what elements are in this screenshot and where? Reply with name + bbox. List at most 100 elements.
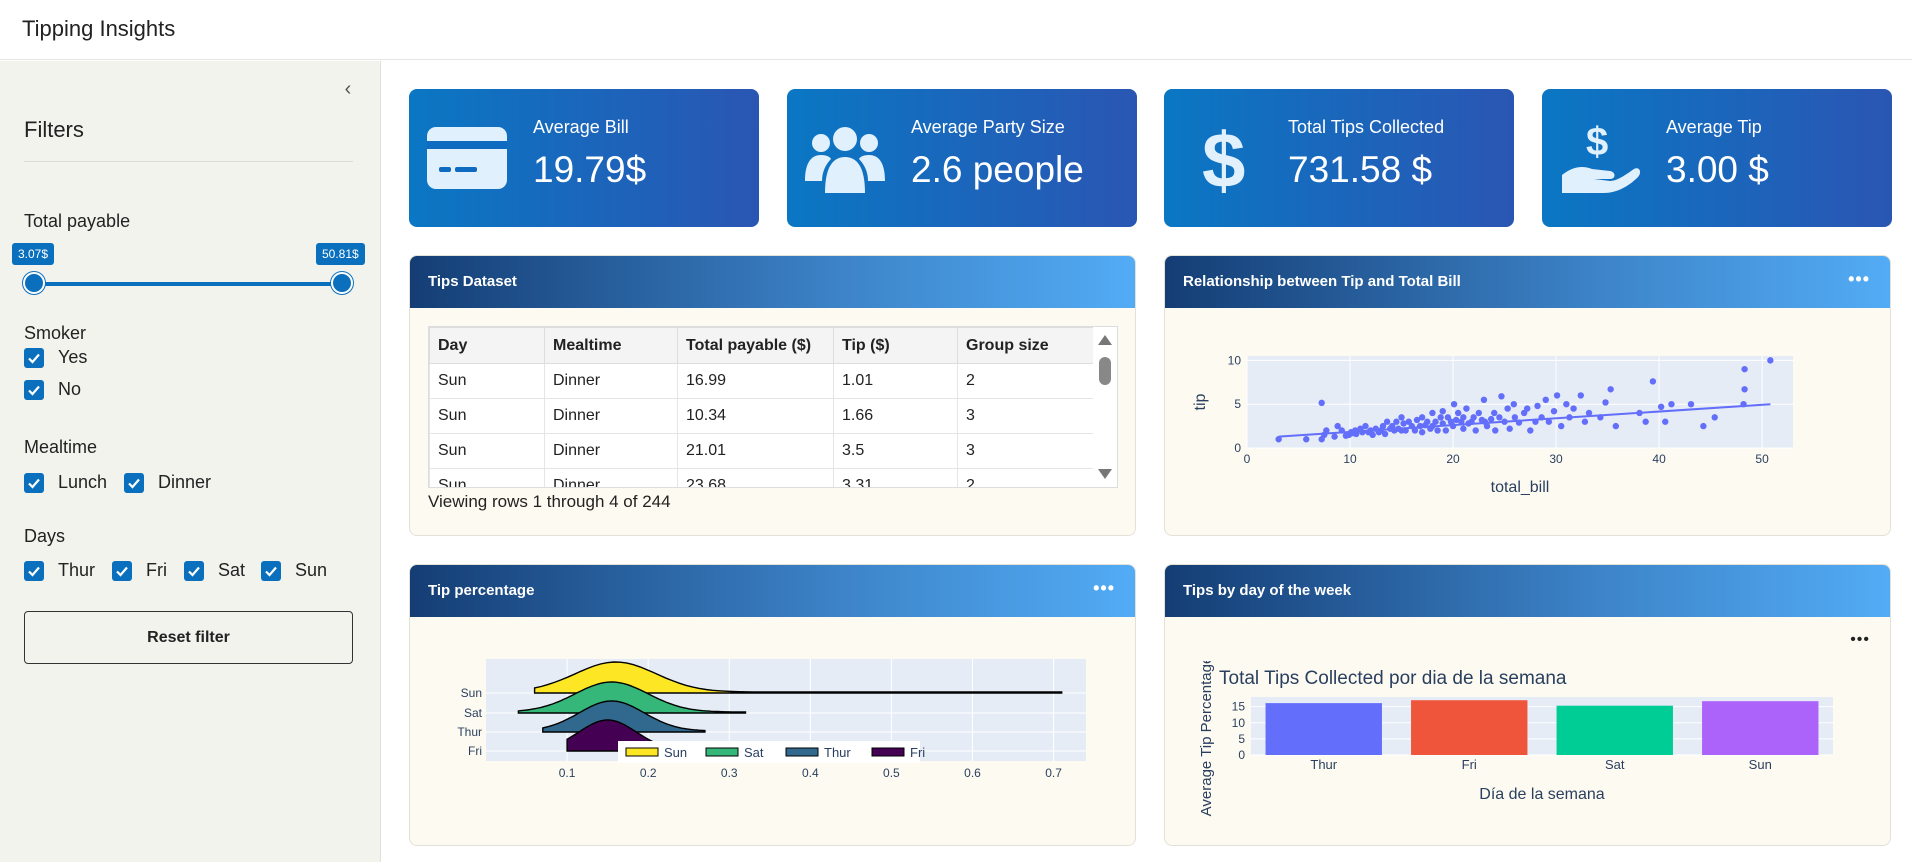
scatter-point — [1511, 414, 1519, 421]
scroll-down-icon[interactable] — [1098, 469, 1112, 479]
scatter-point — [1437, 414, 1444, 421]
column-header[interactable]: Tip ($) — [833, 327, 958, 364]
scroll-up-icon[interactable] — [1098, 335, 1112, 345]
total-payable-slider-track[interactable] — [34, 282, 342, 286]
scatter-point — [1429, 409, 1436, 417]
table-scrollbar[interactable] — [1093, 327, 1117, 487]
scatter-point — [1602, 399, 1609, 406]
checkbox-checked-icon[interactable] — [112, 560, 132, 581]
scatter-point — [1668, 400, 1675, 408]
checkbox-label: Sun — [295, 560, 328, 580]
checkbox-checked-icon[interactable] — [24, 560, 44, 581]
card-title: Tips by day of the week — [1165, 565, 1890, 617]
more-options-icon[interactable]: ••• — [1850, 631, 1870, 649]
checkbox-label: No — [58, 379, 82, 399]
scatter-point — [1534, 402, 1541, 410]
scatter-chart[interactable]: 0 10 20 30 40 50 0 5 10 total_bill tip — [1183, 326, 1873, 516]
scatter-point — [1657, 403, 1665, 411]
legend-swatch — [625, 747, 659, 757]
filters-title: Filters — [24, 117, 84, 142]
reset-filter-button[interactable]: Reset filter — [24, 611, 353, 664]
more-options-icon[interactable]: ••• — [1848, 269, 1870, 290]
checkbox-day-fri[interactable]: Fri — [112, 560, 167, 581]
checkbox-checked-icon[interactable] — [124, 472, 144, 493]
column-header[interactable]: Group size — [957, 327, 1095, 364]
checkbox-checked-icon[interactable] — [24, 347, 44, 368]
table-cell: Sun — [429, 468, 545, 487]
kpi-average-bill: Average Bill 19.79$ — [409, 89, 759, 227]
checkbox-label: Thur — [58, 560, 96, 580]
checkbox-smoker-yes[interactable]: Yes — [24, 347, 87, 368]
scatter-point — [1767, 357, 1774, 364]
plot-title: Total Tips Collected por dia de la seman… — [1219, 668, 1567, 689]
scatter-point — [1460, 414, 1467, 421]
kpi-label: Average Bill — [533, 117, 629, 137]
scatter-point — [1498, 393, 1505, 400]
x-tick-label: 0.2 — [640, 766, 657, 780]
kpi-label: Total Tips Collected — [1288, 117, 1445, 137]
scatter-point — [1442, 427, 1450, 434]
x-tick-label: 20 — [1446, 452, 1460, 466]
checkbox-label: Fri — [146, 560, 167, 580]
app-title: Tipping Insights — [22, 16, 176, 41]
x-tick-label: Sat — [1605, 757, 1625, 772]
table-cell: 21.01 — [677, 433, 834, 469]
table-row[interactable]: Sun Dinner 16.99 1.01 2 — [429, 363, 1095, 399]
scatter-point — [1649, 378, 1657, 385]
scatter-point — [1318, 399, 1325, 407]
filters-divider — [24, 161, 353, 162]
scatter-point — [1439, 408, 1446, 415]
scatter-point — [1506, 425, 1513, 432]
scatter-point — [1369, 431, 1376, 439]
x-tick-label: 0.4 — [802, 766, 819, 780]
column-header[interactable]: Total payable ($) — [677, 327, 834, 364]
scatter-point — [1492, 427, 1499, 434]
scatter-point — [1393, 418, 1400, 425]
scatter-point — [1607, 386, 1614, 393]
y-tick-label: 5 — [1234, 397, 1241, 411]
checkbox-day-sun[interactable]: Sun — [261, 560, 327, 581]
tip-vs-bill-card: Relationship between Tip and Total Bill … — [1164, 255, 1891, 536]
checkbox-mealtime-lunch[interactable]: Lunch — [24, 472, 107, 493]
scatter-point — [1450, 400, 1458, 408]
checkbox-smoker-no[interactable]: No — [24, 379, 81, 400]
y-tick-label: Sat — [464, 706, 483, 720]
checkbox-day-thur[interactable]: Thur — [24, 560, 95, 581]
legend-label: Sun — [664, 745, 687, 760]
more-options-icon[interactable]: ••• — [1093, 578, 1115, 599]
table-row[interactable]: Sun Dinner 21.01 3.5 3 — [429, 433, 1095, 469]
table-cell: 10.34 — [677, 398, 834, 434]
table-cell: 2 — [957, 468, 1095, 487]
checkbox-checked-icon[interactable] — [184, 560, 204, 581]
scatter-point — [1553, 392, 1561, 399]
table-cell: 3.31 — [833, 468, 958, 487]
collapse-sidebar-chevron-left-icon[interactable]: ‹ — [336, 77, 360, 101]
checkbox-checked-icon[interactable] — [24, 379, 44, 400]
table-row[interactable]: Sun Dinner 10.34 1.66 3 — [429, 398, 1095, 434]
kpi-average-party-size: Average Party Size 2.6 people — [787, 89, 1137, 227]
scroll-thumb[interactable] — [1099, 357, 1111, 385]
legend-swatch — [705, 747, 739, 757]
svg-text:$: $ — [1586, 120, 1608, 164]
table-row[interactable]: Sun Dinner 23.68 3.31 2 — [429, 468, 1095, 487]
column-header[interactable]: Mealtime — [544, 327, 678, 364]
slider-min-handle[interactable] — [23, 272, 45, 294]
scatter-point — [1487, 415, 1495, 423]
checkbox-mealtime-dinner[interactable]: Dinner — [124, 472, 211, 493]
checkbox-day-sat[interactable]: Sat — [184, 560, 245, 581]
slider-max-handle[interactable] — [331, 272, 353, 294]
scatter-point — [1491, 409, 1498, 417]
table-cell: 16.99 — [677, 363, 834, 399]
scatter-point — [1331, 433, 1338, 440]
y-tick-label: 0 — [1234, 441, 1241, 455]
table-cell: 1.01 — [833, 363, 958, 399]
y-tick-label: 15 — [1232, 700, 1246, 714]
scatter-point — [1463, 405, 1470, 412]
checkbox-checked-icon[interactable] — [261, 560, 281, 581]
dataset-grid[interactable]: Day Mealtime Total payable ($) Tip ($) G… — [428, 326, 1118, 488]
column-header[interactable]: Day — [429, 327, 545, 364]
checkbox-checked-icon[interactable] — [24, 472, 44, 493]
ridgeline-chart[interactable]: 0.1 0.2 0.3 0.4 0.5 0.6 0.7 Sun Sat Thur Fri Sun Sat… — [428, 635, 1118, 825]
bar-chart[interactable]: Total Tips Collected por dia de la seman… — [1167, 661, 1889, 841]
y-tick-label: 10 — [1228, 353, 1242, 367]
